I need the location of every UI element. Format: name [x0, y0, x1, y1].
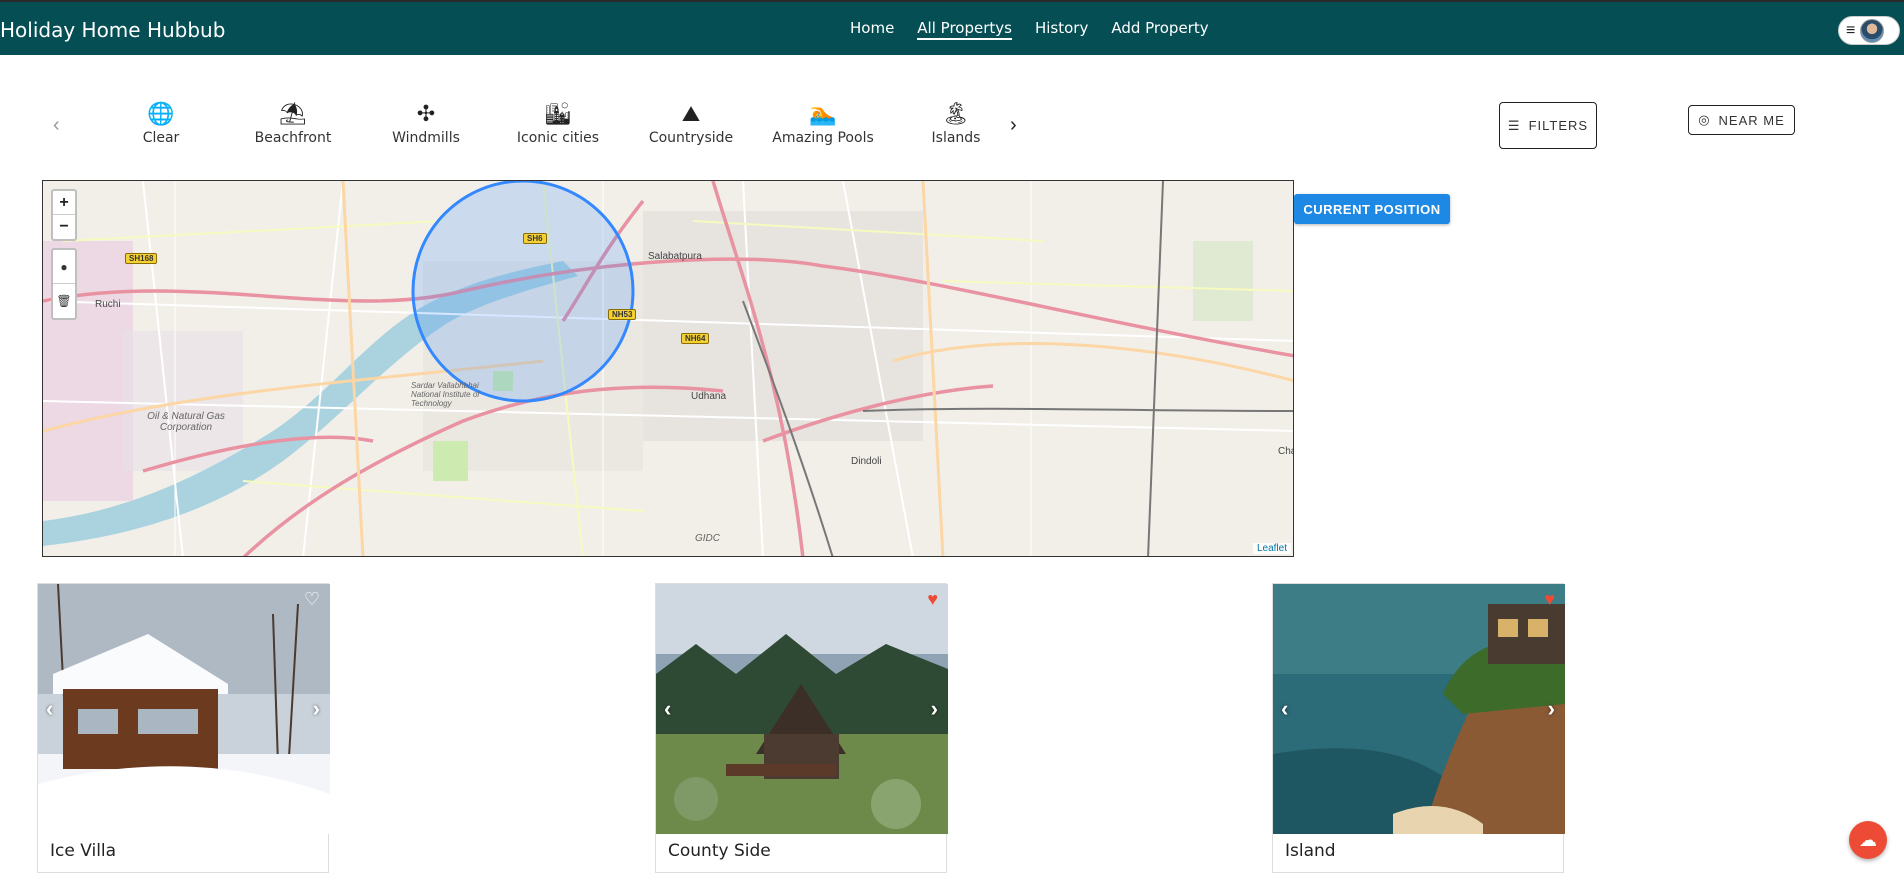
category-label: Clear	[142, 130, 180, 146]
property-title: Island	[1285, 841, 1336, 861]
property-card[interactable]: ♥ ‹ › County Side	[655, 583, 948, 873]
draw-toolbar: ● 🗑	[51, 248, 77, 320]
pool-icon: 🏊	[809, 101, 837, 126]
category-label: Amazing Pools	[772, 130, 874, 146]
cloud-upload-button[interactable]: ☁	[1849, 821, 1887, 859]
zoom-out-button[interactable]: −	[53, 215, 75, 239]
draw-marker-button[interactable]: ●	[53, 250, 75, 284]
category-iconic-cities[interactable]: 🏙 Iconic cities	[503, 100, 613, 146]
cliff-house-photo	[1273, 584, 1565, 834]
filter-sliders-icon: ☰	[1507, 117, 1521, 133]
map-tiles	[43, 181, 1293, 556]
hamburger-icon: ≡	[1846, 21, 1856, 39]
map-label-dindoli: Dindoli	[851, 456, 882, 467]
category-beachfront[interactable]: ⛱ Beachfront	[238, 100, 348, 146]
property-card[interactable]: ♥ ‹ › Island	[1272, 583, 1565, 873]
nav-home[interactable]: Home	[850, 19, 894, 40]
filters-label: FILTERS	[1528, 118, 1589, 133]
snow-cabin-photo	[38, 584, 330, 834]
windmill-icon: ✣	[416, 101, 436, 126]
category-islands[interactable]: 🏝 Islands	[901, 100, 1011, 146]
zoom-in-button[interactable]: +	[53, 191, 75, 215]
beach-umbrella-icon: ⛱	[279, 101, 307, 126]
category-label: Islands	[931, 130, 981, 146]
category-label: Beachfront	[254, 130, 332, 146]
road-shield: SH6	[523, 233, 547, 244]
category-clear[interactable]: 🌐 Clear	[106, 100, 216, 146]
user-menu-button[interactable]: ≡	[1838, 16, 1900, 45]
current-position-button[interactable]: CURRENT POSITION	[1294, 194, 1450, 224]
near-me-label: NEAR ME	[1718, 112, 1785, 128]
property-title: Ice Villa	[50, 841, 117, 861]
main-nav: Home All Propertys History Add Property	[850, 19, 1209, 40]
category-prev-arrow[interactable]: ‹	[53, 114, 60, 137]
property-title: County Side	[668, 841, 771, 861]
map[interactable]: Salabatpura Ruchi Udhana Dindoli Oil & N…	[42, 180, 1294, 557]
map-label-udhana: Udhana	[691, 391, 727, 402]
cloud-upload-icon: ☁	[1859, 829, 1877, 850]
nav-all-properties[interactable]: All Propertys	[917, 19, 1012, 40]
mountain-icon: ⛰	[681, 101, 701, 126]
favorite-heart-icon[interactable]: ♥	[1544, 589, 1555, 610]
favorite-heart-icon[interactable]: ♥	[927, 589, 938, 610]
image-next-arrow[interactable]: ›	[313, 696, 320, 722]
zoom-control: + −	[51, 189, 77, 241]
image-next-arrow[interactable]: ›	[931, 696, 938, 722]
road-shield: NH64	[681, 333, 710, 344]
category-amazing-pools[interactable]: 🏊 Amazing Pools	[768, 100, 878, 146]
road-shield: SH168	[125, 253, 158, 264]
globe-icon: 🌐	[147, 101, 175, 126]
category-label: Windmills	[392, 130, 460, 146]
island-icon: 🏝	[942, 101, 970, 126]
category-countryside[interactable]: ⛰ Countryside	[636, 100, 746, 146]
location-target-icon: ◎	[1698, 112, 1711, 127]
avatar	[1860, 18, 1885, 43]
image-prev-arrow[interactable]: ‹	[46, 696, 53, 722]
favorite-heart-icon[interactable]: ♡	[304, 589, 320, 610]
map-label-cha: Cha	[1278, 446, 1293, 457]
nav-add-property[interactable]: Add Property	[1111, 19, 1208, 40]
image-next-arrow[interactable]: ›	[1548, 696, 1555, 722]
filters-button[interactable]: ☰ FILTERS	[1499, 102, 1597, 149]
top-navbar: Holiday Home Hubbub Home All Propertys H…	[0, 0, 1904, 55]
app-title[interactable]: Holiday Home Hubbub	[0, 18, 225, 42]
map-label-ruchi: Ruchi	[95, 299, 121, 310]
map-label-svnit: Sardar Vallabhbhai National Institute of…	[411, 381, 480, 408]
city-icon: 🏙	[544, 101, 572, 126]
map-label-gidc: GIDC	[695, 533, 720, 544]
property-card[interactable]: ♡ ‹ › Ice Villa	[37, 583, 330, 873]
category-windmills[interactable]: ✣ Windmills	[371, 100, 481, 146]
map-attribution[interactable]: Leaflet	[1252, 543, 1291, 554]
delete-layers-button[interactable]: 🗑	[53, 284, 75, 318]
map-label-salabatpura: Salabatpura	[648, 251, 702, 262]
nav-history[interactable]: History	[1035, 19, 1088, 40]
near-me-button[interactable]: ◎ NEAR ME	[1688, 105, 1795, 135]
category-label: Countryside	[648, 130, 734, 146]
road-shield: NH53	[608, 309, 637, 320]
category-carousel: ‹ 🌐 Clear ⛱ Beachfront ✣ Windmills 🏙 Ico…	[50, 100, 1030, 160]
category-next-arrow[interactable]: ›	[1010, 114, 1017, 137]
category-label: Iconic cities	[516, 130, 600, 146]
image-prev-arrow[interactable]: ‹	[664, 696, 671, 722]
forest-cabin-photo	[656, 584, 948, 834]
map-label-ongc: Oil & Natural Gas Corporation	[147, 411, 225, 433]
image-prev-arrow[interactable]: ‹	[1281, 696, 1288, 722]
